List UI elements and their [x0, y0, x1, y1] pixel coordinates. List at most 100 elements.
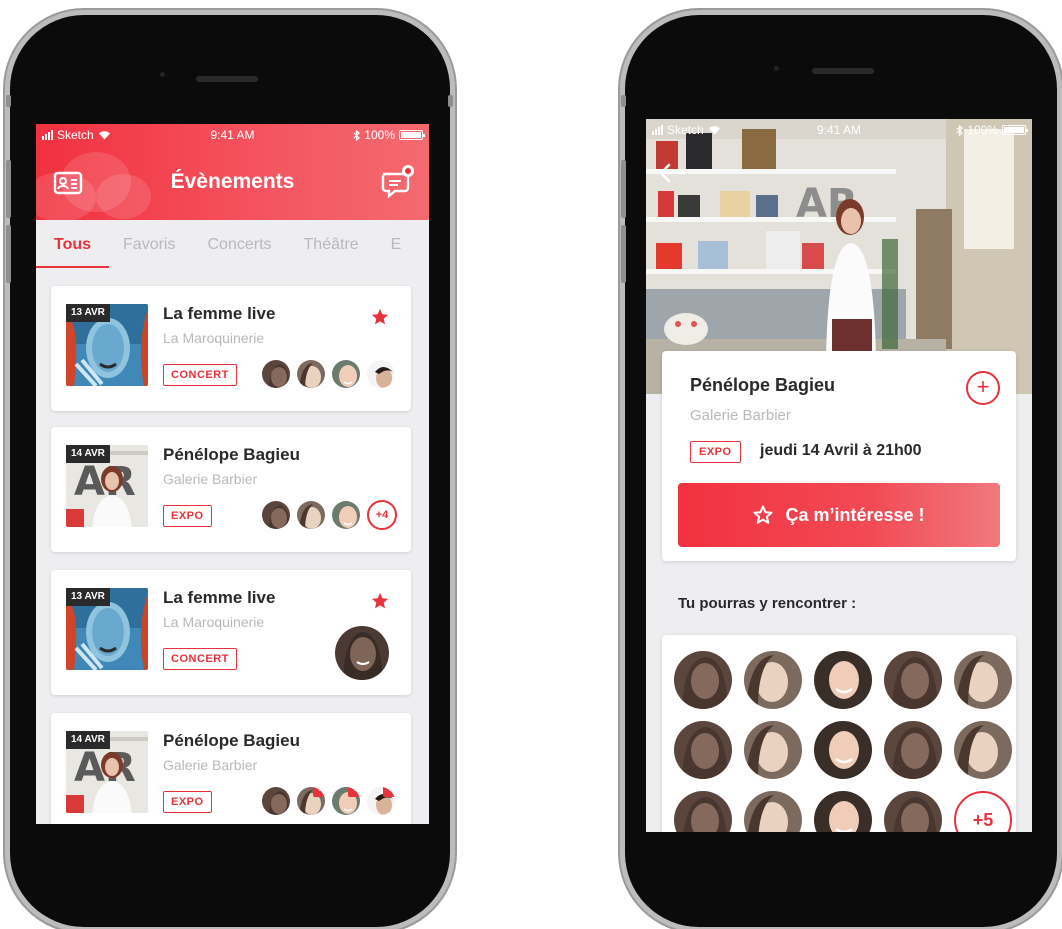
page-title: Évènements — [170, 170, 295, 193]
avatar[interactable] — [674, 651, 732, 709]
front-camera — [160, 72, 165, 77]
avatar: + — [330, 785, 362, 817]
avatar[interactable] — [674, 721, 732, 779]
status-time: 9:41 AM — [816, 123, 862, 137]
more-attendees-badge[interactable]: +5 — [954, 791, 1012, 832]
favorite-star-icon[interactable] — [371, 592, 389, 610]
more-attendees-badge[interactable]: +4 — [367, 500, 397, 530]
category-tabs: Tous Favoris Concerts Théâtre E — [36, 220, 429, 270]
attendee-grid-card: +5 — [662, 635, 1016, 832]
avatar[interactable] — [814, 651, 872, 709]
avatar[interactable] — [954, 651, 1012, 709]
attendee-avatars[interactable] — [260, 358, 397, 390]
avatar[interactable] — [744, 721, 802, 779]
avatar: + — [365, 785, 397, 817]
side-button — [448, 95, 453, 107]
date-badge: 13 AVR — [66, 304, 110, 322]
status-time: 9:41 AM — [210, 128, 255, 142]
add-badge[interactable]: + — [313, 787, 325, 797]
event-card[interactable]: AR 14 AVR Pénélope Bagieu Galerie Barbie… — [51, 713, 411, 824]
date-badge: 13 AVR — [66, 588, 110, 606]
event-title: La femme live — [163, 588, 276, 607]
tab-concerts[interactable]: Concerts — [207, 230, 271, 260]
star-outline-icon — [753, 505, 773, 524]
volume-up-button — [621, 160, 626, 218]
event-venue: La Maroquinerie — [163, 614, 265, 630]
avatar[interactable] — [814, 721, 872, 779]
avatar — [260, 499, 292, 531]
avatar — [260, 358, 292, 390]
speaker-grille — [812, 68, 874, 74]
add-button[interactable]: + — [966, 371, 1000, 405]
date-badge: 14 AVR — [66, 445, 110, 463]
back-arrow-icon[interactable] — [658, 163, 686, 183]
volume-down-button — [621, 225, 626, 283]
event-venue: La Maroquinerie — [163, 330, 265, 346]
event-detail-card: Pénélope Bagieu + Galerie Barbier EXPO j… — [662, 351, 1016, 561]
avatar[interactable] — [335, 626, 389, 680]
volume-down-button — [6, 225, 11, 283]
interested-button[interactable]: Ça m’intéresse ! — [678, 483, 1000, 547]
add-badge[interactable]: + — [348, 787, 360, 797]
mute-switch — [621, 95, 626, 107]
avatar[interactable] — [744, 651, 802, 709]
avatar[interactable] — [884, 791, 942, 832]
tab-overflow[interactable]: E — [391, 230, 402, 260]
signal-icon — [42, 130, 53, 140]
event-card[interactable]: AR 14 AVR Pénélope Bagieu Galerie Barbie… — [51, 427, 411, 552]
carrier-label: Sketch — [57, 128, 94, 142]
mute-switch — [6, 95, 11, 107]
favorite-star-icon[interactable] — [371, 308, 389, 326]
event-title: La femme live — [163, 304, 276, 323]
tab-theatre[interactable]: Théâtre — [304, 230, 359, 260]
speaker-grille — [196, 76, 258, 82]
avatar — [330, 499, 362, 531]
date-badge: 14 AVR — [66, 731, 110, 749]
status-bar: Sketch 9:41 AM 100% — [646, 119, 1032, 141]
avatar[interactable] — [674, 791, 732, 832]
event-card[interactable]: 13 AVR La femme live La Maroquinerie CON… — [51, 570, 411, 695]
event-card[interactable]: 13 AVR La femme live La Maroquinerie CON… — [51, 286, 411, 411]
avatar — [295, 358, 327, 390]
event-title: Pénélope Bagieu — [163, 445, 300, 464]
bluetooth-icon — [956, 124, 964, 136]
status-bar: Sketch 9:41 AM 100% — [36, 124, 429, 146]
battery-percent: 100% — [364, 128, 395, 142]
event-tag: EXPO — [163, 791, 212, 813]
battery-percent: 100% — [967, 123, 998, 137]
attendee-avatars[interactable]: +4 — [260, 499, 397, 531]
avatar: + — [295, 785, 327, 817]
add-badge[interactable]: + — [383, 787, 395, 797]
events-header: Sketch 9:41 AM 100% Évènements — [36, 124, 429, 220]
avatar[interactable] — [884, 651, 942, 709]
event-title: Pénélope Bagieu — [690, 375, 836, 395]
event-venue: Galerie Barbier — [163, 757, 258, 773]
tab-favoris[interactable]: Favoris — [123, 230, 175, 260]
avatar — [365, 358, 397, 390]
event-detail-screen: AR Sketch 9:41 AM 100% Pénélope Bagieu +… — [646, 119, 1032, 832]
battery-icon — [1002, 125, 1028, 135]
event-date: jeudi 14 Avril à 21h00 — [760, 442, 922, 459]
attendee-avatars[interactable]: + + + — [260, 785, 397, 817]
event-venue: Galerie Barbier — [163, 471, 258, 487]
avatar — [330, 358, 362, 390]
avatar[interactable] — [814, 791, 872, 832]
avatar — [260, 785, 292, 817]
carrier-label: Sketch — [667, 123, 704, 137]
volume-up-button — [6, 160, 11, 218]
event-tag: CONCERT — [163, 648, 237, 670]
interested-button-label: Ça m’intéresse ! — [785, 504, 925, 525]
avatar[interactable] — [954, 721, 1012, 779]
avatar[interactable] — [884, 721, 942, 779]
battery-icon — [399, 130, 425, 140]
tab-tous[interactable]: Tous — [36, 230, 110, 268]
avatar[interactable] — [744, 791, 802, 832]
notification-chat-icon[interactable] — [379, 164, 415, 198]
avatar — [295, 499, 327, 531]
attendee-grid: +5 — [674, 651, 1012, 832]
event-venue: Galerie Barbier — [690, 407, 791, 424]
event-tag: CONCERT — [163, 364, 237, 386]
event-tag: EXPO — [163, 505, 212, 527]
signal-icon — [652, 125, 663, 135]
event-title: Pénélope Bagieu — [163, 731, 300, 750]
